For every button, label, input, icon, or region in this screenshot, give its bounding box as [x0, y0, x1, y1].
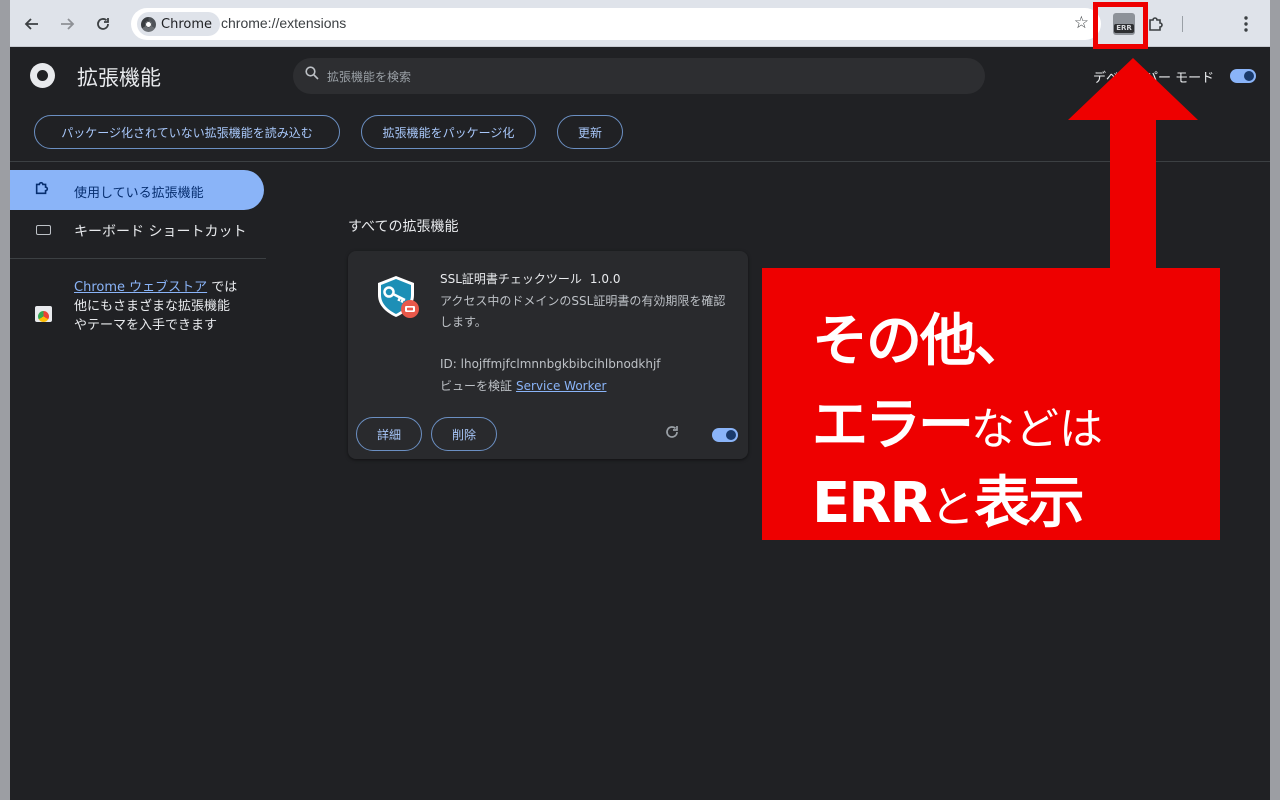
dev-mode-toggle[interactable] [1230, 69, 1256, 83]
callout-line-3-big-b: 表示 [974, 471, 1085, 536]
site-chip-label: Chrome [161, 16, 212, 32]
service-worker-link[interactable]: Service Worker [516, 379, 606, 393]
sidebar-item-label: キーボード ショートカット [74, 224, 247, 240]
bookmark-star-icon[interactable]: ☆ [1074, 13, 1089, 33]
reload-button[interactable] [89, 10, 117, 38]
web-store-link[interactable]: Chrome ウェブストア [74, 280, 207, 295]
annotation-arrow-up [1068, 58, 1198, 270]
page-title: 拡張機能 [77, 66, 161, 90]
web-store-icon [35, 306, 52, 322]
arrow-left-icon [24, 18, 38, 30]
callout-line-2: エラーなどは [812, 380, 1103, 461]
shield-key-icon [378, 276, 419, 318]
more-vert-icon [1244, 16, 1248, 32]
forward-button[interactable] [53, 10, 81, 38]
pack-extension-button[interactable]: 拡張機能をパッケージ化 [361, 115, 536, 149]
remove-button[interactable]: 削除 [431, 417, 497, 451]
browser-window: Chrome chrome://extensions ☆ ERR 拡張機能 拡張… [10, 0, 1270, 800]
section-title: すべての拡張機能 [348, 219, 459, 235]
web-store-promo: Chrome ウェブストア では他にもさまざまな拡張機能やテーマを入手できます [74, 278, 240, 335]
sidebar-item-keyboard-shortcuts[interactable]: キーボード ショートカット [10, 210, 264, 250]
address-bar[interactable]: Chrome chrome://extensions ☆ [131, 8, 1101, 40]
puzzle-icon [1149, 17, 1163, 31]
site-chip[interactable]: Chrome [137, 12, 220, 36]
keyboard-icon [36, 225, 51, 235]
browser-toolbar: Chrome chrome://extensions ☆ ERR [10, 0, 1270, 47]
extension-card: SSL証明書チェックツール 1.0.0 アクセス中のドメインのSSL証明書の有効期… [348, 251, 748, 459]
back-button[interactable] [18, 10, 46, 38]
url-text[interactable]: chrome://extensions [221, 15, 346, 31]
callout-line-2-small: などは [971, 404, 1103, 455]
search-icon [305, 66, 319, 84]
inspect-views: ビューを検証 Service Worker [440, 377, 606, 394]
callout-line-3-big-a: ERR [812, 471, 932, 536]
extension-id: ID: lhojffmjfclmnnbgkbibcihlbnodkhjf [440, 357, 661, 371]
arrow-right-icon [61, 18, 75, 30]
sidebar-divider [10, 258, 266, 259]
reload-extension-icon[interactable] [664, 424, 680, 445]
search-placeholder: 拡張機能を検索 [327, 70, 412, 84]
sidebar-item-my-extensions[interactable]: 使用している拡張機能 [10, 170, 264, 210]
details-button[interactable]: 詳細 [356, 417, 422, 451]
reload-icon [97, 18, 109, 30]
chrome-logo-icon [30, 63, 55, 88]
sidebar-item-label: 使用している拡張機能 [74, 186, 204, 201]
extension-version: 1.0.0 [589, 272, 621, 286]
extension-title: SSL証明書チェックツール [440, 272, 582, 286]
puzzle-icon [34, 180, 50, 200]
inspect-views-label: ビューを検証 [440, 379, 513, 393]
load-unpacked-button[interactable]: パッケージ化されていない拡張機能を読み込む [34, 115, 340, 149]
annotation-callout: その他、 エラーなどは ERRと表示 [762, 268, 1220, 540]
callout-line-3: ERRと表示 [812, 458, 1085, 539]
extension-enable-toggle[interactable] [712, 428, 738, 442]
extension-description: アクセス中のドメインのSSL証明書の有効期限を確認します。 [440, 294, 726, 329]
highlight-frame [1093, 2, 1148, 49]
callout-line-3-small: と [930, 482, 975, 533]
chrome-icon [141, 16, 156, 32]
search-input[interactable]: 拡張機能を検索 [293, 58, 985, 94]
update-button[interactable]: 更新 [557, 115, 623, 149]
callout-line-2-big: エラー [812, 393, 974, 458]
callout-line-1: その他、 [812, 309, 1030, 374]
browser-menu-button[interactable] [1232, 10, 1260, 38]
toolbar-divider [1182, 16, 1183, 32]
extension-name: SSL証明書チェックツール 1.0.0 [440, 270, 620, 287]
